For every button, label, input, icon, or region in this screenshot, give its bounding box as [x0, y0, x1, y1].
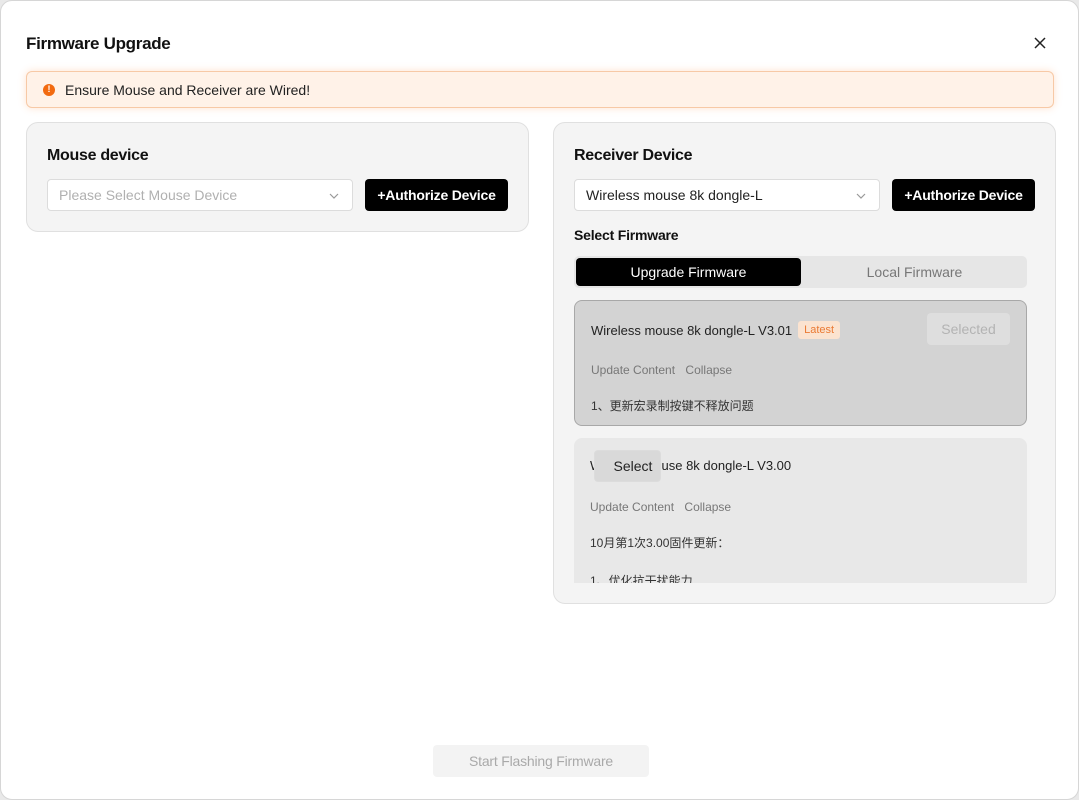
firmware-note-line: 10月第1次3.00固件更新：: [590, 536, 730, 550]
update-content-link[interactable]: Update Content: [591, 363, 675, 377]
mouse-device-select[interactable]: Please Select Mouse Device: [47, 179, 353, 211]
receiver-panel-title: Receiver Device: [574, 147, 693, 164]
mouse-authorize-device-button[interactable]: +Authorize Device: [365, 179, 508, 211]
alert-text: Ensure Mouse and Receiver are Wired!: [65, 81, 311, 98]
mouse-select-placeholder: Please Select Mouse Device: [59, 187, 238, 203]
latest-badge: Latest: [798, 321, 841, 339]
chevron-down-icon: [856, 193, 866, 199]
firmware-note-line: 1、更新宏录制按键不释放问题: [591, 399, 754, 413]
close-button[interactable]: [1029, 32, 1051, 54]
warning-icon: !: [43, 83, 55, 96]
wired-warning-alert: ! Ensure Mouse and Receiver are Wired!: [26, 71, 1054, 108]
close-icon: [1034, 37, 1046, 49]
select-firmware-title: Select Firmware: [574, 227, 679, 243]
firmware-list[interactable]: Wireless mouse 8k dongle-L V3.01 Latest …: [574, 300, 1028, 583]
firmware-notes: 1、更新宏录制按键不释放问题: [591, 397, 754, 435]
collapse-link[interactable]: Collapse: [684, 500, 731, 514]
start-flashing-firmware-button[interactable]: Start Flashing Firmware: [433, 745, 649, 777]
receiver-device-panel: Receiver Device Wireless mouse 8k dongle…: [553, 122, 1056, 604]
receiver-device-select[interactable]: Wireless mouse 8k dongle-L: [574, 179, 880, 211]
mouse-panel-title: Mouse device: [47, 147, 149, 164]
firmware-card[interactable]: Wireless mouse 8k dongle-L V3.00 Select …: [574, 438, 1027, 583]
firmware-upgrade-dialog: Firmware Upgrade ! Ensure Mouse and Rece…: [0, 0, 1079, 800]
firmware-note-line: 1、优化抗干扰能力: [590, 574, 693, 583]
firmware-name: Wireless mouse 8k dongle-L V3.01: [591, 322, 793, 338]
dialog-title: Firmware Upgrade: [26, 34, 171, 53]
update-content-link[interactable]: Update Content: [590, 500, 674, 514]
select-button[interactable]: Select: [594, 450, 661, 482]
receiver-select-value: Wireless mouse 8k dongle-L: [586, 187, 763, 203]
collapse-link[interactable]: Collapse: [685, 363, 732, 377]
firmware-card-selected[interactable]: Wireless mouse 8k dongle-L V3.01 Latest …: [574, 300, 1027, 426]
firmware-source-tabs: Upgrade Firmware Local Firmware: [574, 256, 1027, 288]
firmware-notes: 10月第1次3.00固件更新： 1、优化抗干扰能力: [590, 534, 729, 583]
chevron-down-icon: [329, 193, 339, 199]
selected-button[interactable]: Selected: [927, 313, 1010, 345]
receiver-authorize-device-button[interactable]: +Authorize Device: [892, 179, 1035, 211]
tab-local-firmware[interactable]: Local Firmware: [802, 258, 1027, 286]
mouse-device-panel: Mouse device Please Select Mouse Device …: [26, 122, 529, 232]
tab-upgrade-firmware[interactable]: Upgrade Firmware: [576, 258, 801, 286]
